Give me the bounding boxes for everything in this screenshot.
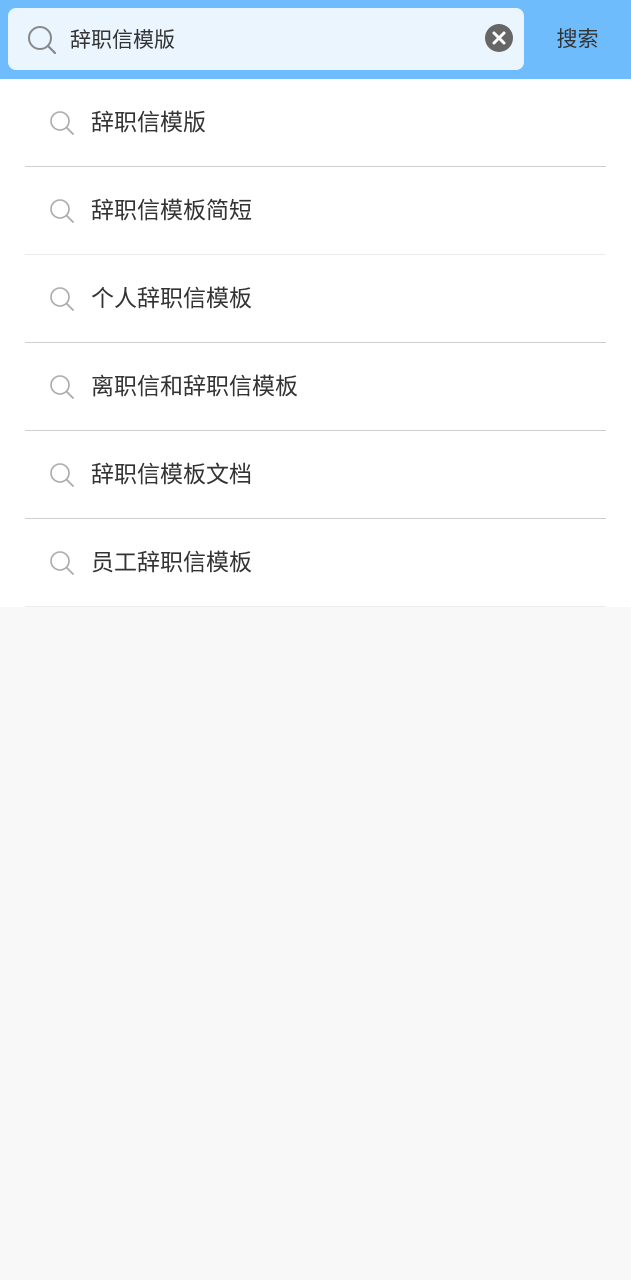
search-icon bbox=[50, 111, 74, 135]
search-box[interactable] bbox=[8, 8, 524, 70]
suggestion-list: 辞职信模版 辞职信模板简短 个人辞职信模板 离职信和辞职信模板 辞职信模板文档 bbox=[0, 79, 631, 607]
search-icon bbox=[50, 463, 74, 487]
suggestion-label: 个人辞职信模板 bbox=[91, 286, 252, 312]
suggestion-label: 离职信和辞职信模板 bbox=[91, 374, 298, 400]
suggestion-item[interactable]: 辞职信模板文档 bbox=[25, 431, 606, 519]
suggestion-item[interactable]: 个人辞职信模板 bbox=[25, 255, 606, 343]
suggestion-item[interactable]: 辞职信模板简短 bbox=[25, 167, 606, 255]
search-header: 搜索 bbox=[0, 0, 631, 79]
search-icon bbox=[50, 375, 74, 399]
suggestion-item[interactable]: 辞职信模版 bbox=[25, 79, 606, 167]
suggestion-label: 员工辞职信模板 bbox=[91, 550, 252, 576]
search-icon bbox=[50, 199, 74, 223]
suggestion-label: 辞职信模板文档 bbox=[91, 462, 252, 488]
search-input[interactable] bbox=[70, 19, 470, 59]
clear-icon[interactable] bbox=[484, 23, 514, 53]
search-icon bbox=[28, 26, 57, 55]
search-icon bbox=[50, 287, 74, 311]
suggestion-label: 辞职信模板简短 bbox=[91, 198, 252, 224]
suggestion-item[interactable]: 员工辞职信模板 bbox=[25, 519, 606, 607]
suggestion-item[interactable]: 离职信和辞职信模板 bbox=[25, 343, 606, 431]
suggestion-label: 辞职信模版 bbox=[91, 110, 206, 136]
search-button[interactable]: 搜索 bbox=[540, 18, 615, 60]
search-icon bbox=[50, 551, 74, 575]
